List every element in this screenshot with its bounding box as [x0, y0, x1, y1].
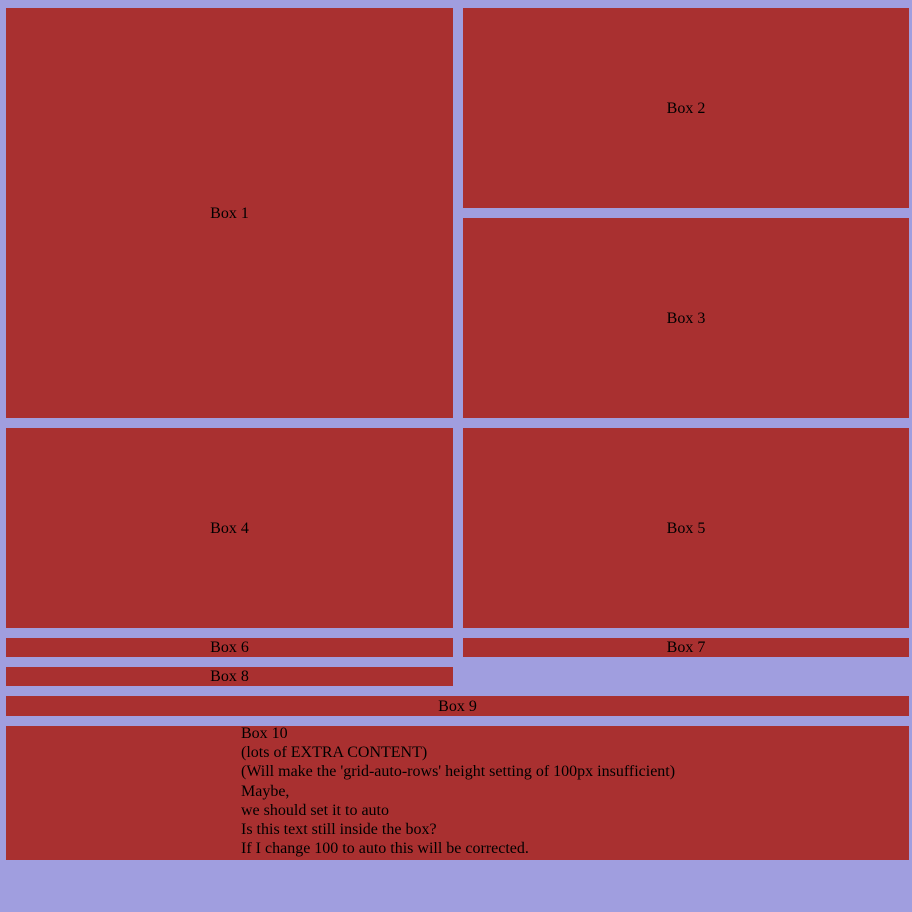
box-7: Box 7	[463, 638, 909, 657]
box-1: Box 1	[6, 8, 453, 418]
box-4-label: Box 4	[210, 519, 249, 537]
box-4: Box 4	[6, 428, 453, 628]
box-10-line: If I change 100 to auto this will be cor…	[241, 840, 529, 858]
box-9: Box 9	[6, 696, 909, 716]
box-10-content: Box 10 (lots of EXTRA CONTENT) (Will mak…	[241, 724, 675, 858]
box-2: Box 2	[463, 8, 909, 208]
box-10-line: we should set it to auto	[241, 801, 389, 819]
box-10: Box 10 (lots of EXTRA CONTENT) (Will mak…	[6, 724, 909, 860]
box-10-line: Box 10	[241, 725, 288, 742]
box-1-label: Box 1	[210, 204, 249, 222]
box-10-line: Is this text still inside the box?	[241, 821, 437, 839]
box-3-label: Box 3	[666, 309, 706, 327]
box-8-label: Box 8	[210, 668, 249, 685]
box-8: Box 8	[6, 667, 453, 686]
box-2-label: Box 2	[666, 99, 706, 117]
box-10-line: (Will make the 'grid-auto-rows' height s…	[241, 763, 676, 781]
box-10-line: (lots of EXTRA CONTENT)	[241, 744, 428, 762]
box-7-label: Box 7	[666, 639, 706, 656]
box-6: Box 6	[6, 638, 453, 657]
box-5: Box 5	[463, 428, 909, 628]
box-9-label: Box 9	[438, 697, 477, 715]
box-6-label: Box 6	[210, 639, 249, 656]
box-5-label: Box 5	[666, 519, 706, 537]
box-3: Box 3	[463, 218, 909, 418]
box-10-line: Maybe,	[241, 782, 290, 800]
